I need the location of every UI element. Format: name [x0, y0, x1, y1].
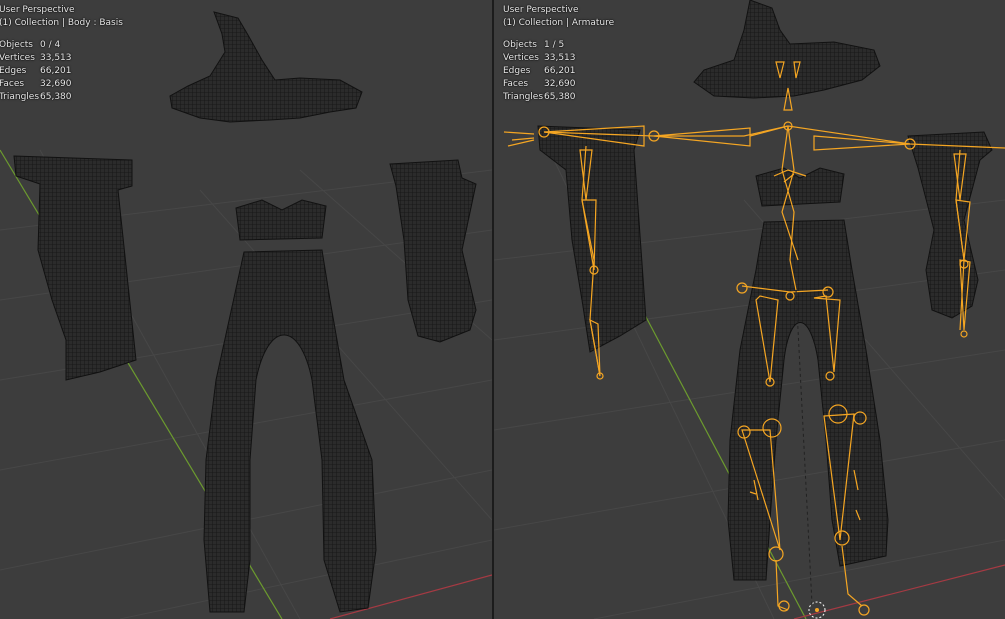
axis-x-line	[793, 564, 1005, 619]
viewport-left[interactable]: User Perspective (1) Collection | Body :…	[0, 0, 492, 619]
viewport-area: User Perspective (1) Collection | Body :…	[0, 0, 1005, 619]
parent-relation-line	[795, 289, 813, 605]
viewport-right[interactable]: User Perspective (1) Collection | Armatu…	[494, 0, 1005, 619]
hat-mesh[interactable]	[169, 11, 363, 123]
scene-right[interactable]	[494, 0, 1005, 619]
origin-point	[808, 601, 826, 619]
left-sleeve-mesh[interactable]	[13, 155, 137, 381]
top-mesh[interactable]	[235, 199, 327, 241]
pants-mesh[interactable]	[203, 249, 377, 613]
scene-left[interactable]	[0, 0, 492, 619]
hat-mesh[interactable]	[693, 0, 881, 99]
right-sleeve-mesh[interactable]	[907, 131, 993, 319]
left-sleeve-mesh[interactable]	[537, 125, 647, 353]
